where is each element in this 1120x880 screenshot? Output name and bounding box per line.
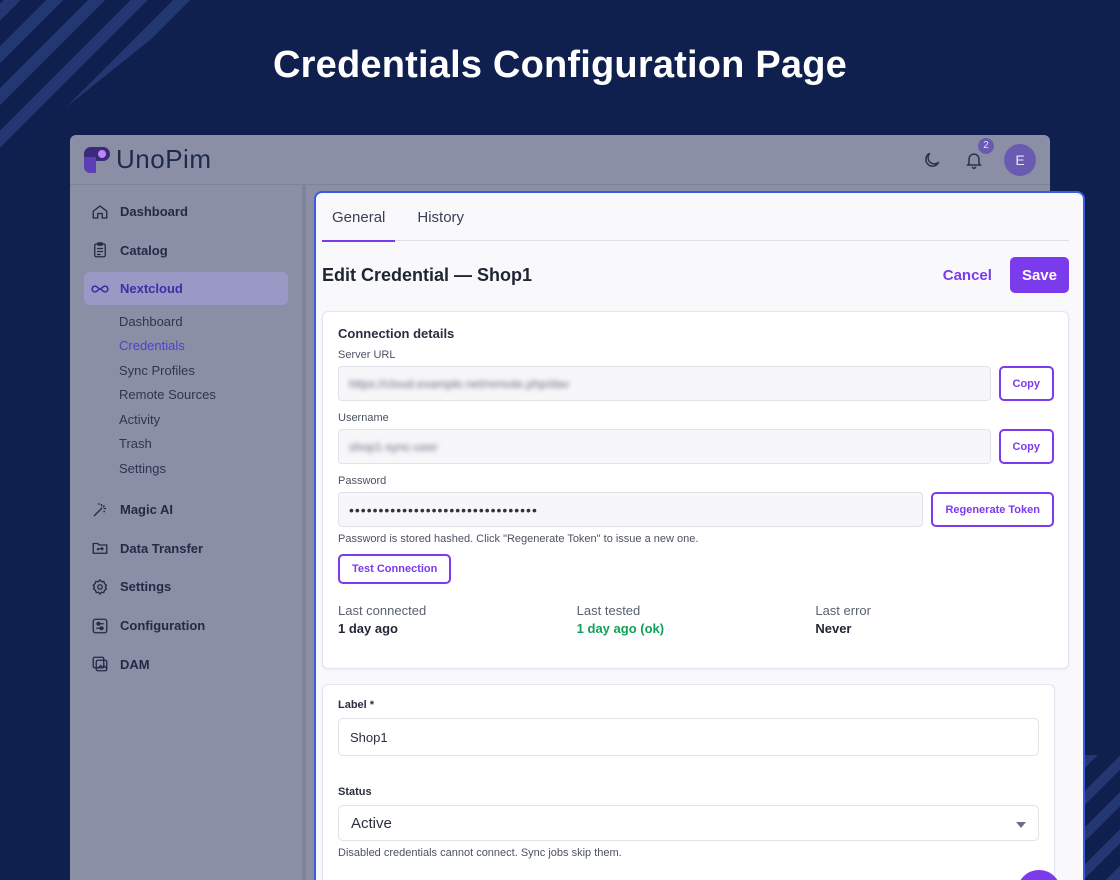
last-error-label: Last error — [815, 603, 871, 618]
password-label: Password — [338, 475, 387, 487]
subnav-activity[interactable]: Activity — [119, 408, 302, 433]
logo-mark-icon — [84, 146, 110, 173]
brand-logo[interactable]: UnoPim — [84, 144, 211, 175]
server-url-value: https://cloud.example.net/remote.php/dav — [349, 376, 570, 391]
gear-icon — [90, 577, 110, 597]
page-header: Edit Credential — Shop1 Cancel Save — [322, 257, 1069, 293]
label-input[interactable]: Shop1 — [338, 718, 1039, 756]
save-button[interactable]: Save — [1009, 257, 1069, 293]
sidebar-item-magic-ai[interactable]: Magic AI — [84, 493, 288, 526]
sidebar-item-label: Settings — [120, 579, 172, 595]
magic-wand-icon — [90, 500, 110, 520]
cancel-button[interactable]: Cancel — [943, 267, 992, 284]
subnav-trash[interactable]: Trash — [119, 432, 302, 457]
brand-name: UnoPim — [116, 144, 212, 174]
sidebar-item-label: Magic AI — [120, 502, 173, 518]
sidebar-item-label: Data Transfer — [120, 540, 204, 556]
status-select-value: Active — [351, 814, 392, 832]
username-value: shop1-sync-user — [349, 439, 438, 454]
subnav-sync-profiles[interactable]: Sync Profiles — [119, 359, 302, 384]
nextcloud-subnav: Dashboard Credentials Sync Profiles Remo… — [119, 310, 302, 482]
subnav-dashboard[interactable]: Dashboard — [119, 310, 302, 335]
notifications-button[interactable]: 2 — [962, 137, 994, 172]
server-url-label: Server URL — [338, 349, 396, 361]
label-field-label: Label * — [338, 699, 375, 711]
password-hint: Password is stored hashed. Click "Regene… — [338, 533, 699, 545]
card-title: Connection details — [338, 326, 455, 341]
moon-icon — [925, 152, 940, 167]
copy-username-button[interactable]: Copy — [998, 429, 1054, 464]
credential-form-card: Label * Shop1 Status Active Disabled cre… — [322, 684, 1055, 880]
page-title: Edit Credential — Shop1 — [322, 264, 533, 285]
notification-badge: 2 — [978, 137, 994, 154]
username-field[interactable]: shop1-sync-user — [338, 429, 991, 464]
dark-mode-toggle[interactable] — [920, 148, 944, 172]
clipboard-icon — [90, 240, 110, 260]
server-url-field[interactable]: https://cloud.example.net/remote.php/dav — [338, 366, 991, 401]
subnav-settings[interactable]: Settings — [119, 457, 302, 482]
password-field[interactable]: •••••••••••••••••••••••••••••••• — [338, 492, 924, 527]
sidebar-item-dashboard[interactable]: Dashboard — [84, 195, 288, 228]
sidebar-item-label: DAM — [120, 656, 150, 672]
page-headline: Credentials Configuration Page — [273, 44, 847, 86]
sidebar-item-catalog[interactable]: Catalog — [84, 234, 288, 267]
home-icon — [90, 202, 110, 222]
sidebar-item-settings[interactable]: Settings — [84, 570, 288, 603]
tab-history[interactable]: History — [407, 193, 474, 241]
last-tested-value: 1 day ago (ok) — [576, 621, 665, 636]
status-hint: Disabled credentials cannot connect. Syn… — [338, 847, 622, 859]
folder-transfer-icon — [90, 538, 110, 558]
images-icon — [90, 654, 110, 674]
credential-panel: General History Edit Credential — Shop1 … — [314, 191, 1085, 880]
sidebar-item-data-transfer[interactable]: Data Transfer — [84, 532, 288, 565]
username-label: Username — [338, 412, 389, 424]
connection-details-card: Connection details Server URL https://cl… — [322, 311, 1069, 669]
sidebar-item-dam[interactable]: DAM — [84, 648, 288, 681]
sliders-icon — [90, 616, 110, 636]
last-connected-label: Last connected — [338, 603, 427, 618]
sidebar-item-label: Nextcloud — [120, 281, 183, 297]
last-connected-value: 1 day ago — [338, 621, 398, 636]
test-connection-button[interactable]: Test Connection — [338, 554, 452, 584]
sidebar-item-label: Dashboard — [120, 204, 188, 219]
subnav-credentials[interactable]: Credentials — [119, 334, 302, 359]
connection-meta: Last connected 1 day ago Last tested 1 d… — [338, 603, 1054, 636]
tab-general[interactable]: General — [322, 193, 396, 242]
sidebar: Dashboard Catalog Nextcloud Dashboard Cr… — [70, 185, 306, 880]
infinity-icon — [90, 279, 110, 299]
caret-down-icon — [1016, 815, 1026, 832]
subnav-remote-sources[interactable]: Remote Sources — [119, 383, 302, 408]
last-tested-label: Last tested — [576, 603, 641, 618]
decorative-stripes-bottom — [1080, 755, 1120, 880]
sidebar-item-nextcloud[interactable]: Nextcloud — [84, 272, 288, 306]
label-input-value: Shop1 — [350, 729, 388, 745]
status-select[interactable]: Active — [338, 805, 1039, 841]
sidebar-item-configuration[interactable]: Configuration — [84, 609, 288, 642]
sidebar-item-label: Catalog — [120, 242, 168, 258]
tab-bar: General History — [322, 193, 1069, 242]
password-value: •••••••••••••••••••••••••••••••• — [349, 501, 538, 518]
copy-server-url-button[interactable]: Copy — [998, 366, 1054, 401]
status-field-label: Status — [338, 786, 372, 798]
last-error-value: Never — [815, 621, 852, 636]
avatar[interactable]: E — [1004, 143, 1036, 176]
topbar: UnoPim 2 E — [70, 135, 1050, 185]
sidebar-item-label: Configuration — [120, 618, 206, 634]
regenerate-token-button[interactable]: Regenerate Token — [931, 492, 1054, 527]
